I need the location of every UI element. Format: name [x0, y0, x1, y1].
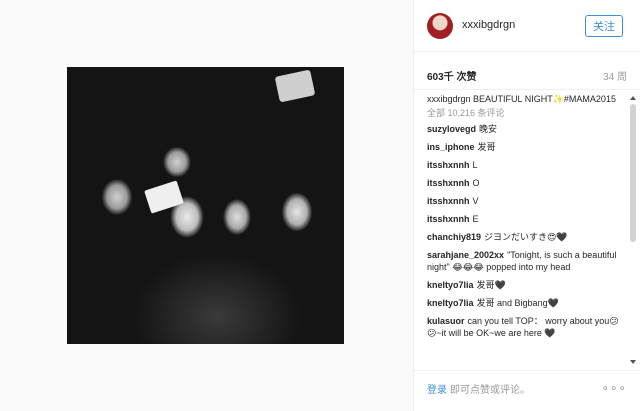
comment-username[interactable]: kneltyo7lia — [427, 280, 474, 290]
comment-item: sarahjane_2002xx "Tonight, is such a beau… — [427, 249, 625, 273]
card-shape — [144, 180, 184, 214]
comment-username[interactable]: kulasuor — [427, 316, 465, 326]
comment-text: ジヨンだいすき😍🖤 — [484, 232, 568, 242]
comment-item: kneltyo7lia 发哥🖤 — [427, 279, 625, 291]
scroll-down-arrow-icon[interactable] — [630, 360, 636, 364]
comment-item: itsshxnnh L — [427, 159, 625, 171]
caption-username[interactable]: xxxibgdrgn — [427, 94, 471, 104]
comment-text: 发哥 — [477, 142, 496, 152]
comment-text: E — [472, 214, 479, 224]
caption: xxxibgdrgn BEAUTIFUL NIGHT✨#MAMA2015 — [427, 93, 625, 105]
comment-item: itsshxnnh V — [427, 195, 625, 207]
comment-text: L — [472, 160, 478, 170]
login-link[interactable]: 登录 — [427, 381, 447, 396]
comment-text: O — [472, 178, 480, 188]
comment-item: suzylovegd 晚安 — [427, 123, 625, 135]
comment-item: chanchiy819 ジヨンだいすき😍🖤 — [427, 231, 625, 243]
post-footer: 登录 即可点赞或评论。 ∘∘∘ — [414, 370, 640, 411]
post-sidebar: xxxibgdrgn 关注 603千 次赞 34 周 xxxibgdrgn BE… — [413, 0, 640, 411]
photo-pane — [0, 0, 413, 411]
likes-count: 603千 次赞 — [427, 72, 477, 83]
header-username[interactable]: xxxibgdrgn — [462, 19, 515, 31]
comment-username[interactable]: ins_iphone — [427, 142, 475, 152]
comment-item: itsshxnnh O — [427, 177, 625, 189]
comment-username[interactable]: itsshxnnh — [427, 178, 470, 188]
comment-username[interactable]: itsshxnnh — [427, 196, 470, 206]
comment-username[interactable]: kneltyo7lia — [427, 298, 474, 308]
comment-username[interactable]: itsshxnnh — [427, 214, 470, 224]
comment-text: V — [472, 196, 479, 206]
scroll-thumb[interactable] — [630, 104, 636, 242]
comment-text: 发哥 and Bigbang🖤 — [476, 298, 559, 308]
comment-text: 晚安 — [479, 124, 498, 134]
comments-list: xxxibgdrgn BEAUTIFUL NIGHT✨#MAMA2015 全部 … — [427, 93, 625, 368]
comment-text: 发哥🖤 — [476, 280, 506, 290]
post-header: xxxibgdrgn 关注 — [414, 0, 640, 52]
post-time[interactable]: 34 周 — [603, 68, 627, 83]
comments-scrollbar[interactable] — [630, 96, 636, 364]
comment-item: kneltyo7lia 发哥 and Bigbang🖤 — [427, 297, 625, 309]
post-photo[interactable] — [67, 67, 344, 344]
login-prompt: 即可点赞或评论。 — [450, 385, 530, 396]
comment-username[interactable]: suzylovegd — [427, 124, 476, 134]
more-dots-icon[interactable]: ∘∘∘ — [601, 381, 627, 395]
comment-username[interactable]: sarahjane_2002xx — [427, 250, 504, 260]
avatar[interactable] — [427, 13, 453, 39]
comment-item: kulasuor can you tell TOP： worry about yo… — [427, 315, 625, 339]
scroll-up-arrow-icon[interactable] — [630, 96, 636, 100]
follow-button[interactable]: 关注 — [585, 15, 623, 37]
comment-username[interactable]: itsshxnnh — [427, 160, 470, 170]
comment-username[interactable]: chanchiy819 — [427, 232, 481, 242]
view-all-comments-link[interactable]: 全部 10,216 条评论 — [427, 107, 625, 119]
caption-text: BEAUTIFUL NIGHT✨#MAMA2015 — [473, 94, 616, 104]
comment-item: ins_iphone 发哥 — [427, 141, 625, 153]
trophy-shape — [274, 69, 316, 103]
post-stats: 603千 次赞 34 周 — [414, 52, 640, 90]
comment-item: itsshxnnh E — [427, 213, 625, 225]
